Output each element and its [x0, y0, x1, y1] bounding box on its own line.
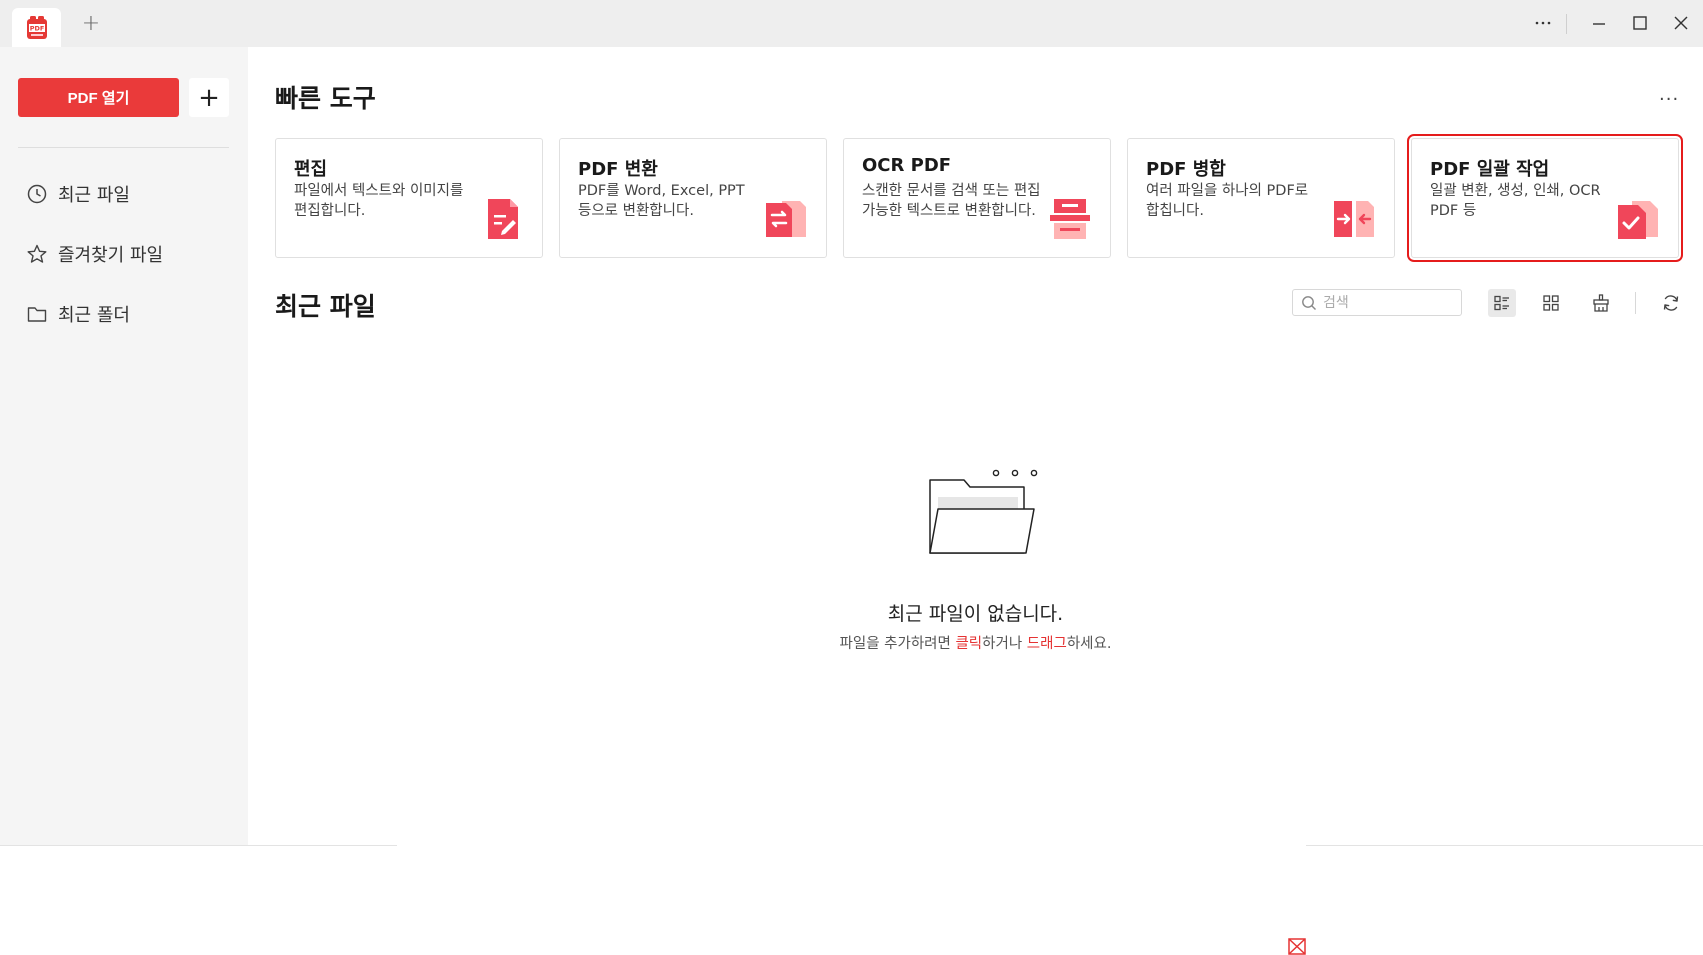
maximize-icon	[1633, 16, 1647, 30]
empty-state-text: 파일을 추가하려면	[839, 636, 956, 652]
folder-icon	[27, 307, 47, 322]
toolbar-divider	[1635, 292, 1636, 314]
main-content: 빠른 도구 ··· 편집 파일에서 텍스트와 이미지를 편집합니다. PDF 변…	[248, 47, 1703, 845]
tool-card-edit[interactable]: 편집 파일에서 텍스트와 이미지를 편집합니다.	[275, 138, 543, 258]
grid-view-icon	[1543, 295, 1559, 311]
home-tab[interactable]: PDF	[12, 8, 61, 47]
app-logo-icon: PDF	[24, 15, 50, 41]
tool-card-merge[interactable]: PDF 병합 여러 파일을 하나의 PDF로 합칩니다.	[1127, 138, 1395, 258]
convert-doc-icon	[766, 201, 806, 237]
bottom-divider-left	[0, 845, 397, 846]
recent-files-title: 최근 파일	[275, 292, 376, 321]
card-description: 일괄 변환, 생성, 인쇄, OCR PDF 등	[1430, 183, 1601, 219]
drag-link[interactable]: 드래그	[1027, 636, 1067, 652]
empty-state-title: 최근 파일이 없습니다.	[887, 603, 1064, 625]
tool-card-convert[interactable]: PDF 변환 PDF를 Word, Excel, PPT 등으로 변환합니다.	[559, 138, 827, 258]
close-icon	[1674, 16, 1688, 30]
batch-check-icon	[1618, 201, 1658, 239]
card-description: 여러 파일을 하나의 PDF로 합칩니다.	[1146, 183, 1309, 219]
sidebar-item-label: 즐겨찾기 파일	[58, 245, 164, 266]
sidebar: PDF 열기 + 최근 파일 즐겨찾기 파일 최근 폴더	[0, 47, 248, 845]
search-icon	[1302, 295, 1316, 310]
open-pdf-button[interactable]: PDF 열기	[18, 78, 179, 117]
card-title: PDF 일괄 작업	[1430, 159, 1550, 180]
maximize-button[interactable]	[1623, 8, 1657, 38]
card-description: 파일에서 텍스트와 이미지를 편집합니다.	[294, 183, 464, 219]
svg-text:PDF: PDF	[29, 24, 44, 32]
empty-folder-icon	[929, 469, 1038, 554]
add-button[interactable]: +	[189, 78, 229, 117]
search-box[interactable]	[1292, 289, 1462, 316]
list-view-button[interactable]	[1488, 289, 1516, 317]
card-description: 스캔한 문서를 검색 또는 편집 가능한 텍스트로 변환합니다.	[862, 183, 1041, 219]
clear-history-button[interactable]	[1587, 289, 1615, 317]
card-title: PDF 병합	[1146, 159, 1226, 180]
quick-tools-title: 빠른 도구	[275, 84, 376, 113]
empty-state-subtitle: 파일을 추가하려면 클릭하거나 드래그하세요.	[248, 632, 1703, 653]
minimize-button[interactable]	[1582, 8, 1616, 38]
empty-state-text: 하거나	[982, 636, 1027, 652]
sidebar-item-recent-files[interactable]: 최근 파일	[26, 178, 236, 210]
more-options-button[interactable]	[1526, 8, 1560, 38]
card-title: OCR PDF	[862, 155, 952, 176]
tool-card-batch[interactable]: PDF 일괄 작업 일괄 변환, 생성, 인쇄, OCR PDF 등	[1407, 134, 1683, 262]
bottom-divider-right	[1306, 845, 1703, 846]
card-title: 편집	[294, 159, 328, 180]
star-icon	[27, 244, 47, 263]
ocr-scan-icon	[1050, 199, 1090, 239]
click-link[interactable]: 클릭	[955, 636, 982, 652]
list-view-icon	[1494, 295, 1509, 311]
more-horizontal-icon	[1535, 21, 1551, 25]
refresh-icon	[1663, 295, 1679, 311]
titlebar-divider	[1566, 14, 1567, 34]
card-description: PDF를 Word, Excel, PPT 등으로 변환합니다.	[578, 183, 745, 219]
title-bar: PDF +	[0, 0, 1703, 47]
edit-doc-icon	[488, 199, 518, 239]
close-window-button[interactable]	[1664, 8, 1698, 38]
tool-card-ocr[interactable]: OCR PDF 스캔한 문서를 검색 또는 편집 가능한 텍스트로 변환합니다.	[843, 138, 1111, 258]
clock-icon	[27, 184, 47, 204]
search-input[interactable]	[1323, 294, 1443, 311]
empty-state-text: 하세요.	[1066, 636, 1112, 652]
merge-doc-icon	[1334, 201, 1374, 237]
quick-tools-more-button[interactable]: ···	[1659, 89, 1679, 110]
refresh-button[interactable]	[1657, 289, 1685, 317]
grid-view-button[interactable]	[1537, 289, 1565, 317]
sidebar-item-favorite-files[interactable]: 즐겨찾기 파일	[26, 238, 236, 270]
broom-clean-icon	[1593, 294, 1609, 312]
minimize-icon	[1593, 23, 1605, 25]
broken-image-icon	[1288, 938, 1306, 955]
sidebar-divider	[18, 147, 229, 148]
sidebar-item-label: 최근 폴더	[58, 305, 130, 326]
new-tab-button[interactable]: +	[78, 10, 104, 36]
card-title: PDF 변환	[578, 159, 658, 180]
sidebar-item-label: 최근 파일	[58, 185, 130, 206]
sidebar-item-recent-folders[interactable]: 최근 폴더	[26, 298, 236, 330]
